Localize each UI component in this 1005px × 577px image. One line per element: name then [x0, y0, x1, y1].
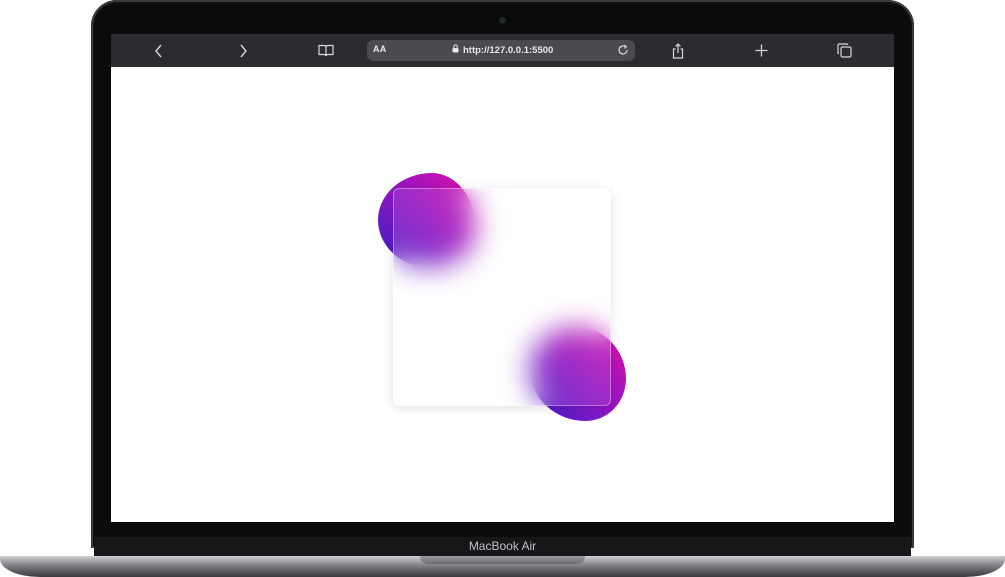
laptop-lid: AA http://127.0.0.1:5500 [91, 0, 914, 548]
back-icon[interactable] [144, 34, 174, 67]
url-text: http://127.0.0.1:5500 [463, 44, 554, 56]
text-size-button[interactable]: AA [373, 44, 386, 54]
device-label: MacBook Air [468, 539, 537, 553]
web-page [111, 67, 894, 522]
bookmarks-icon[interactable] [311, 34, 341, 67]
lock-icon [452, 44, 459, 56]
browser-toolbar: AA http://127.0.0.1:5500 [111, 34, 894, 67]
screen: AA http://127.0.0.1:5500 [111, 34, 894, 522]
camera [500, 18, 505, 23]
new-tab-icon[interactable] [746, 34, 776, 67]
laptop-notch [420, 556, 585, 564]
reload-icon[interactable] [615, 42, 631, 58]
glass-card [393, 188, 611, 406]
share-icon[interactable] [663, 34, 693, 67]
forward-icon[interactable] [228, 34, 258, 67]
address-bar[interactable]: AA http://127.0.0.1:5500 [367, 40, 635, 61]
tabs-icon[interactable] [829, 34, 859, 67]
laptop-hinge: MacBook Air [94, 537, 911, 556]
